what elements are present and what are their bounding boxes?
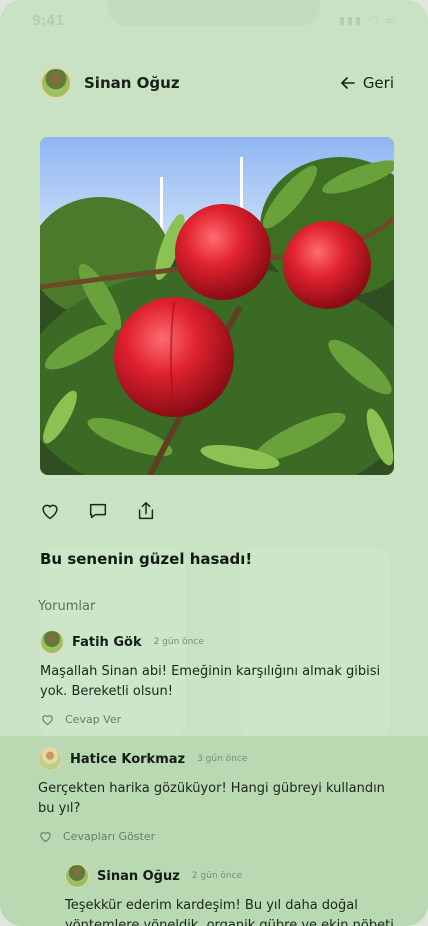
share-button[interactable] bbox=[135, 500, 157, 522]
show-replies-label: Cevapları Göster bbox=[63, 830, 156, 843]
like-button[interactable] bbox=[39, 500, 61, 522]
status-icons: ▮▮▮ ◠ ▭ bbox=[338, 14, 398, 27]
comment-author[interactable]: Hatice Korkmaz bbox=[70, 752, 185, 767]
nectarine-tree-image bbox=[40, 137, 394, 475]
heart-icon[interactable] bbox=[38, 829, 53, 844]
show-replies-button[interactable]: Cevapları Göster bbox=[38, 829, 392, 844]
reply-button[interactable]: Cevap Ver bbox=[40, 712, 394, 727]
avatar[interactable] bbox=[38, 747, 62, 771]
comment-time: 2 gün önce bbox=[153, 637, 204, 647]
device-notch bbox=[108, 0, 320, 26]
heart-icon[interactable] bbox=[40, 712, 55, 727]
comment-icon bbox=[89, 503, 107, 519]
comment-author[interactable]: Sinan Oğuz bbox=[97, 869, 180, 884]
avatar[interactable] bbox=[65, 864, 89, 888]
post-photo[interactable] bbox=[40, 137, 394, 475]
comment-text: Gerçekten harika gözüküyor! Hangi gübrey… bbox=[38, 781, 385, 816]
share-icon bbox=[138, 502, 154, 520]
comment-button[interactable] bbox=[87, 500, 109, 522]
post-author-name[interactable]: Sinan Oğuz bbox=[84, 74, 180, 92]
avatar[interactable] bbox=[40, 630, 64, 654]
comment-time: 2 gün önce bbox=[191, 871, 243, 881]
app-screen: 9:41 ▮▮▮ ◠ ▭ Sinan Oğuz Geri Bu senenin … bbox=[0, 0, 428, 926]
back-label: Geri bbox=[362, 74, 394, 92]
post-actions bbox=[39, 500, 157, 522]
post-caption: Bu senenin güzel hasadı! bbox=[40, 550, 253, 568]
comment-item: Fatih Gök 2 gün önce Maşallah Sinan abi!… bbox=[40, 630, 394, 727]
reply-label: Cevap Ver bbox=[65, 713, 122, 726]
comments-heading: Yorumlar bbox=[38, 599, 96, 614]
avatar[interactable] bbox=[40, 67, 72, 99]
heart-icon bbox=[42, 504, 58, 520]
comment-item: Hatice Korkmaz 3 gün önce Gerçekten hari… bbox=[38, 747, 392, 844]
comment-text: Teşekkür ederim kardeşim! Bu yıl daha do… bbox=[65, 898, 394, 926]
comment-author[interactable]: Fatih Gök bbox=[72, 635, 142, 650]
comment-time: 3 gün önce bbox=[197, 754, 248, 764]
reply-item: Sinan Oğuz 2 gün önce Teşekkür ederim ka… bbox=[65, 864, 421, 926]
comment-text: Maşallah Sinan abi! Emeğinin karşılığını… bbox=[40, 664, 381, 699]
back-button[interactable]: Geri bbox=[341, 74, 394, 92]
post-header: Sinan Oğuz Geri bbox=[40, 66, 394, 100]
arrow-left-icon bbox=[341, 77, 355, 89]
status-time: 9:41 bbox=[32, 14, 65, 29]
